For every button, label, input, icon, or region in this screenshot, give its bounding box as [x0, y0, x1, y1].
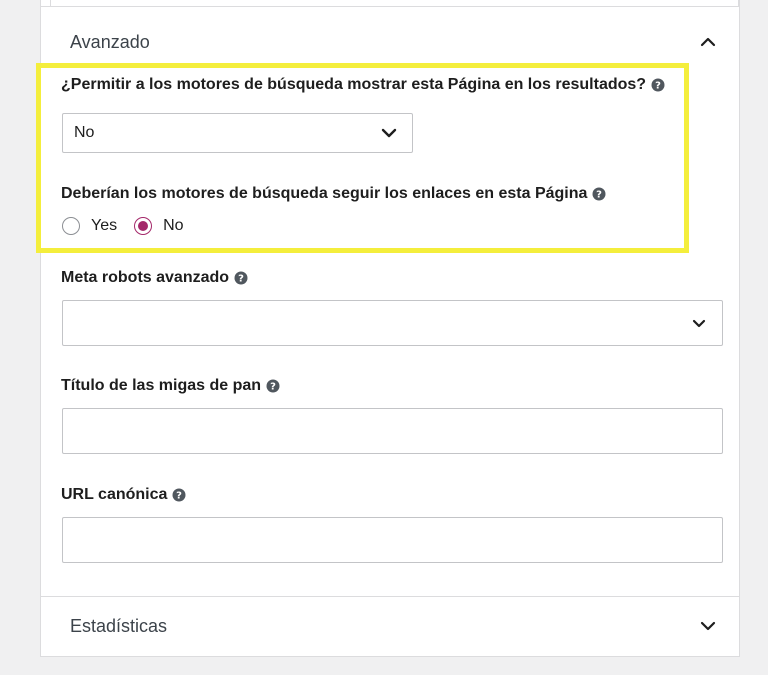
- breadcrumb-title-label: Título de las migas de pan ?: [61, 377, 280, 395]
- allow-search-results-select[interactable]: No: [62, 113, 413, 153]
- section-title-estadisticas: Estadísticas: [70, 615, 168, 636]
- section-header-avanzado[interactable]: Avanzado: [41, 14, 739, 70]
- radio-no-label[interactable]: No: [163, 217, 183, 235]
- previous-section-edge: [41, 0, 739, 7]
- question-circle-icon[interactable]: ?: [266, 379, 280, 393]
- svg-text:?: ?: [238, 274, 244, 285]
- breadcrumb-title-input[interactable]: [62, 408, 723, 454]
- svg-text:?: ?: [270, 382, 276, 393]
- metabox-panel: Avanzado ¿Permitir a los motores de búsq…: [40, 0, 740, 657]
- radio-no[interactable]: [134, 217, 153, 235]
- section-title-avanzado: Avanzado: [70, 31, 150, 52]
- svg-text:?: ?: [177, 491, 183, 502]
- question-circle-icon[interactable]: ?: [234, 271, 248, 285]
- meta-robots-label: Meta robots avanzado ?: [61, 269, 248, 287]
- radio-yes[interactable]: [62, 217, 80, 235]
- svg-text:?: ?: [597, 190, 603, 201]
- follow-links-radio-group: Yes No: [62, 217, 201, 235]
- question-circle-icon[interactable]: ?: [651, 78, 665, 92]
- question-circle-icon[interactable]: ?: [172, 488, 186, 502]
- screen: Avanzado ¿Permitir a los motores de búsq…: [0, 0, 768, 675]
- section-header-estadisticas[interactable]: Estadísticas: [41, 597, 739, 655]
- chevron-down-icon[interactable]: [699, 617, 717, 635]
- allow-search-results-label: ¿Permitir a los motores de búsqueda most…: [61, 76, 665, 94]
- radio-yes-label[interactable]: Yes: [91, 217, 117, 235]
- svg-text:?: ?: [655, 81, 661, 92]
- canonical-url-label: URL canónica ?: [61, 486, 186, 504]
- follow-links-label: Deberían los motores de búsqueda seguir …: [61, 185, 606, 203]
- chevron-down-icon: [380, 124, 398, 142]
- chevron-down-icon: [690, 314, 708, 332]
- canonical-url-input[interactable]: [62, 517, 723, 563]
- meta-robots-select[interactable]: [62, 300, 723, 346]
- question-circle-icon[interactable]: ?: [592, 187, 606, 201]
- chevron-up-icon[interactable]: [699, 33, 717, 51]
- allow-search-results-value: No: [74, 124, 95, 141]
